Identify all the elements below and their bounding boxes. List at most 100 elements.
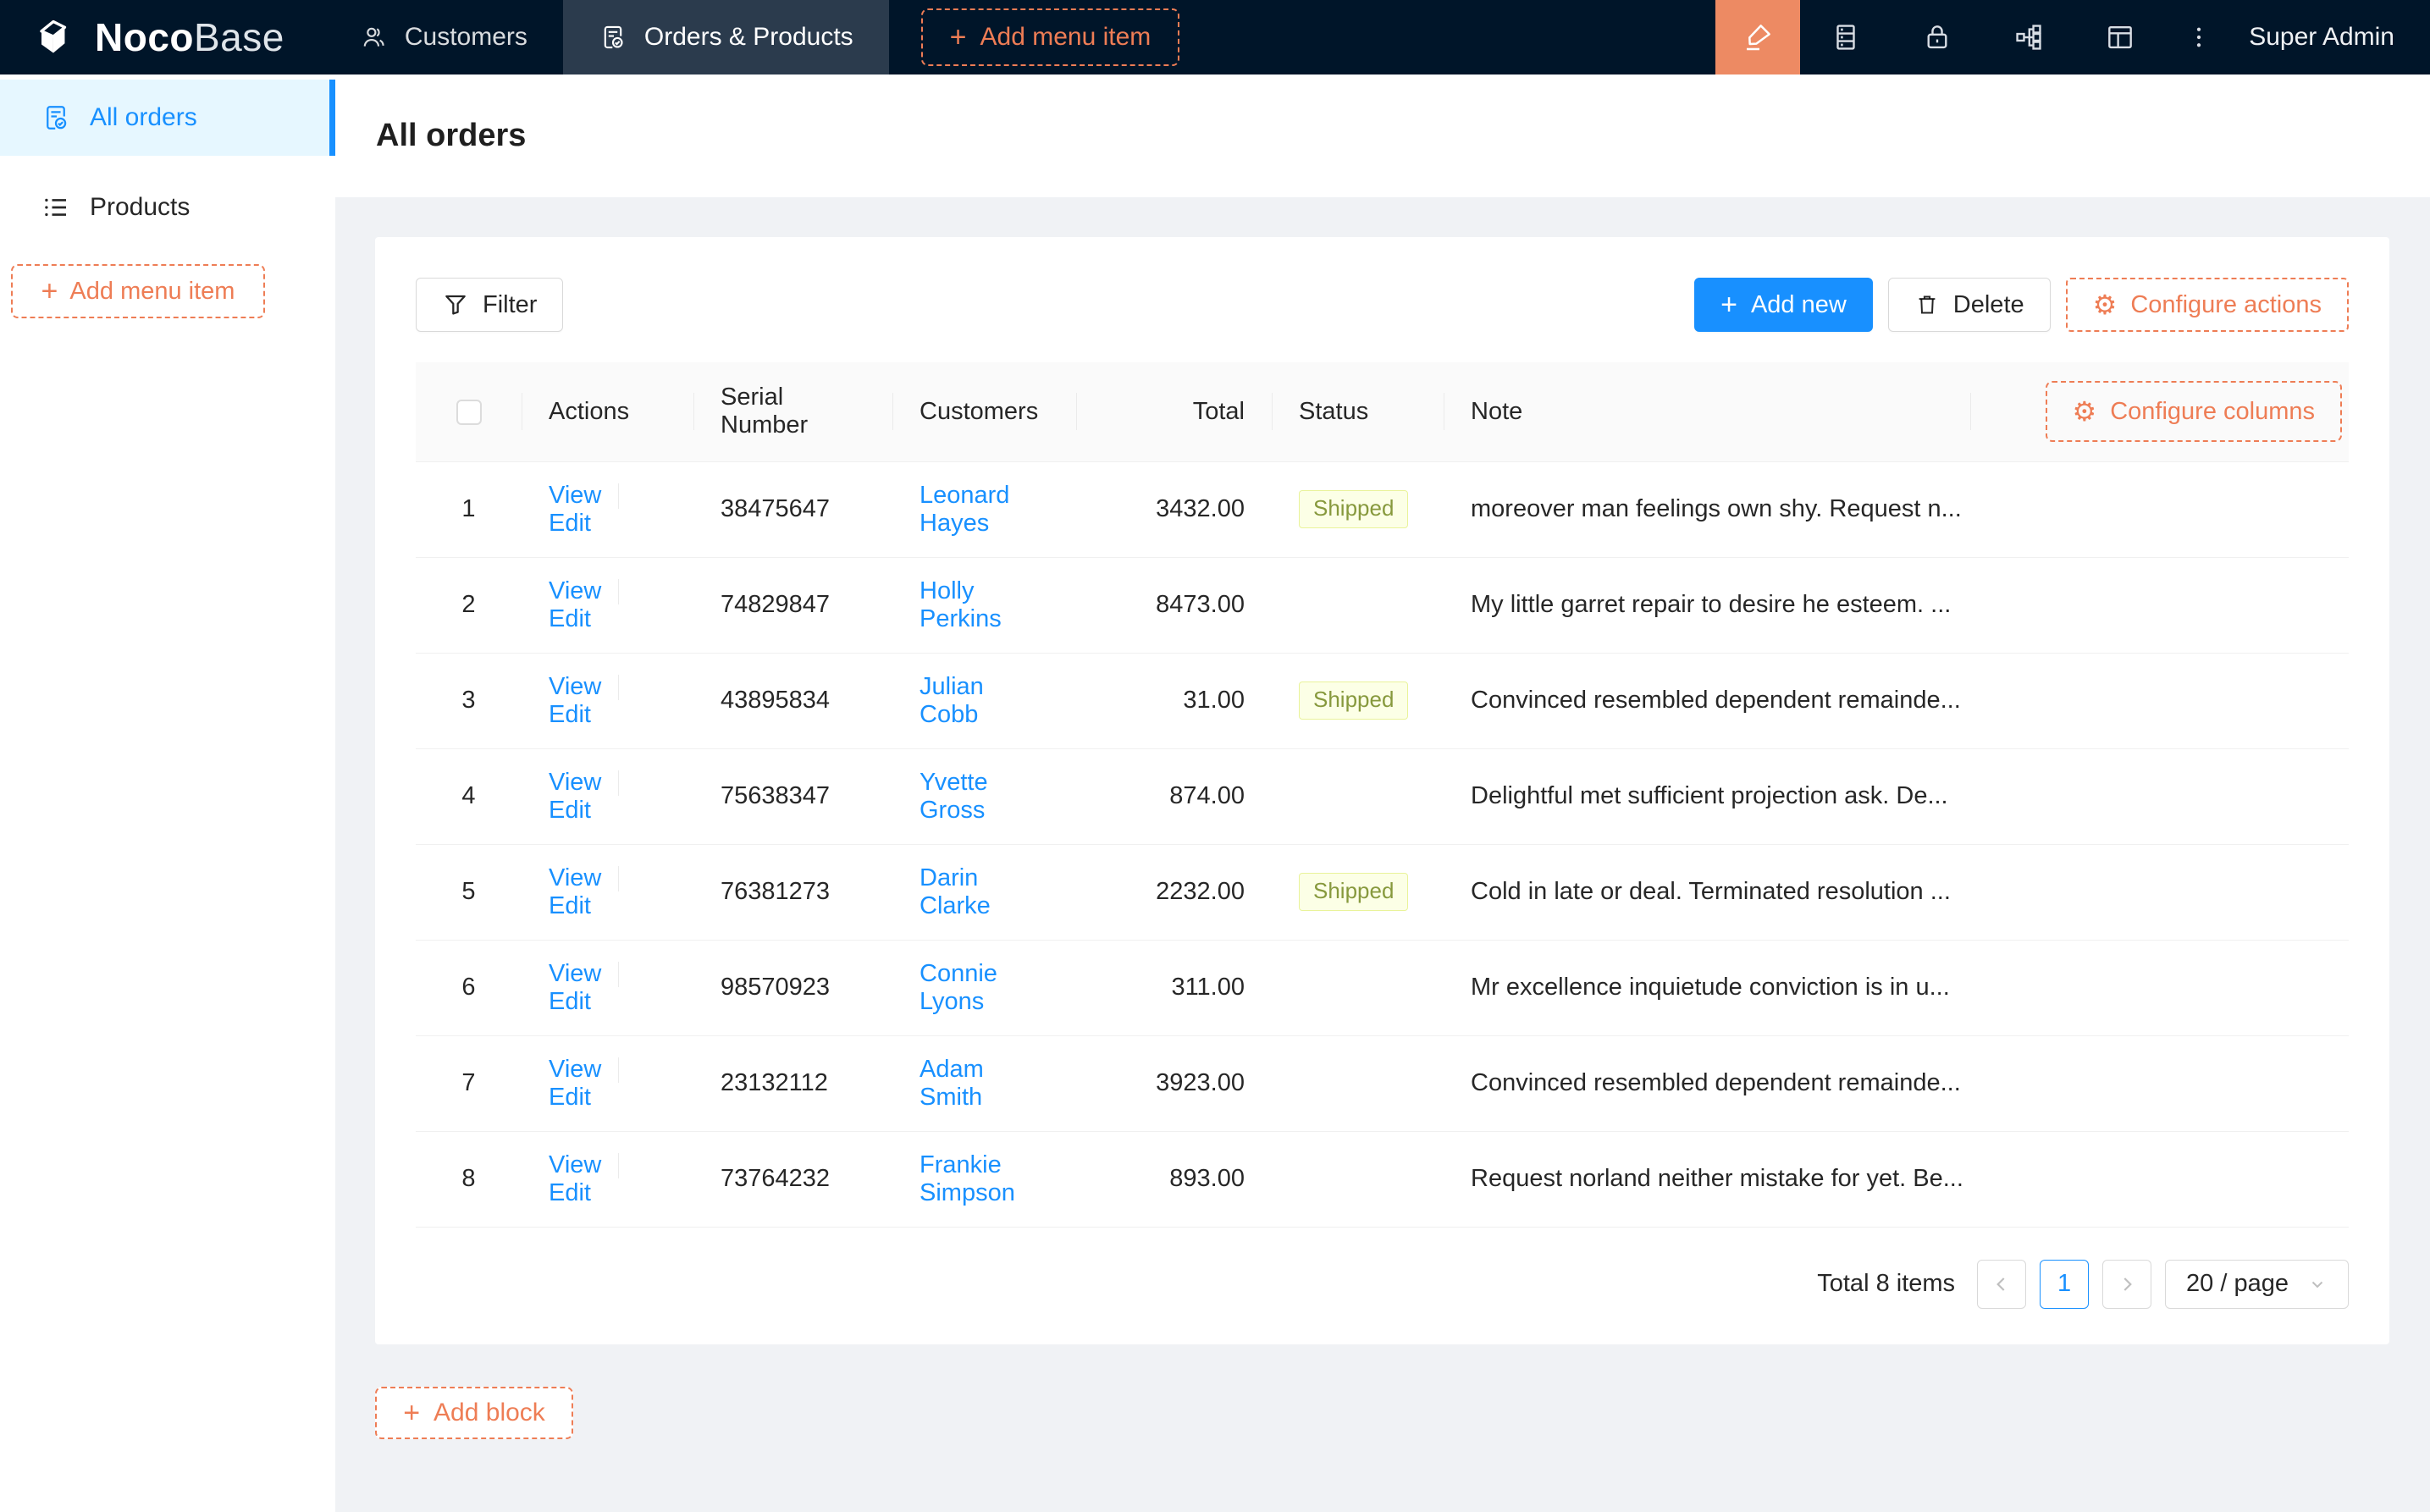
plus-icon: + <box>950 23 967 52</box>
main-area: All orders Filter + <box>335 74 2430 1512</box>
edit-link[interactable]: Edit <box>549 605 591 632</box>
filter-button[interactable]: Filter <box>416 278 563 332</box>
edit-link[interactable]: Edit <box>549 1179 591 1206</box>
row-actions: ViewEdit <box>522 844 693 940</box>
select-all-checkbox[interactable] <box>456 400 482 425</box>
table-toolbar: Filter + Add new <box>416 278 2349 332</box>
customer-cell: Yvette Gross <box>892 748 1076 844</box>
ellipsis-icon[interactable] <box>2166 0 2232 74</box>
serial-number-cell: 73764232 <box>693 1131 892 1227</box>
plus-icon: + <box>1720 290 1737 319</box>
spacer-cell <box>1970 557 2349 653</box>
edit-link[interactable]: Edit <box>549 892 591 919</box>
add-new-button[interactable]: + Add new <box>1694 278 1873 332</box>
table-body: 1ViewEdit38475647Leonard Hayes3432.00Shi… <box>416 461 2349 1227</box>
view-link[interactable]: View <box>549 1056 601 1083</box>
spacer-cell <box>1970 1035 2349 1131</box>
view-link[interactable]: View <box>549 577 601 604</box>
edit-link[interactable]: Edit <box>549 1084 591 1111</box>
spacer-cell <box>1970 940 2349 1035</box>
customer-link[interactable]: Leonard Hayes <box>920 482 1009 537</box>
view-link[interactable]: View <box>549 482 601 509</box>
view-link[interactable]: View <box>549 864 601 891</box>
row-actions: ViewEdit <box>522 1131 693 1227</box>
view-link[interactable]: View <box>549 673 601 700</box>
layout-icon[interactable] <box>2074 0 2166 74</box>
action-divider <box>618 1153 619 1178</box>
next-page-button[interactable] <box>2102 1260 2151 1309</box>
status-cell <box>1272 1131 1444 1227</box>
sidebar-item-products[interactable]: Products <box>0 169 335 246</box>
table-row: 4ViewEdit75638347Yvette Gross874.00Delig… <box>416 748 2349 844</box>
status-badge: Shipped <box>1299 682 1408 719</box>
sidebar-item-all-orders[interactable]: All orders <box>0 80 335 156</box>
configure-columns-header: ⚙ Configure columns <box>1970 362 2349 461</box>
nav-tab-label: Customers <box>405 23 527 52</box>
page-size-select[interactable]: 20 / page <box>2165 1260 2349 1309</box>
nav-tab-customers[interactable]: Customers <box>323 0 563 74</box>
column-header-customers: Customers <box>892 362 1076 461</box>
view-link[interactable]: View <box>549 1151 601 1178</box>
customer-link[interactable]: Frankie Simpson <box>920 1151 1015 1206</box>
view-link[interactable]: View <box>549 960 601 987</box>
action-divider <box>618 962 619 987</box>
user-menu[interactable]: Super Admin <box>2232 23 2430 52</box>
row-index: 6 <box>416 940 522 1035</box>
table-row: 7ViewEdit23132112Adam Smith3923.00Convin… <box>416 1035 2349 1131</box>
edit-link[interactable]: Edit <box>549 510 591 537</box>
column-header-serial-number: Serial Number <box>693 362 892 461</box>
lock-icon[interactable] <box>1892 0 1983 74</box>
customer-link[interactable]: Yvette Gross <box>920 769 988 824</box>
highlighter-icon <box>1741 20 1775 54</box>
customer-link[interactable]: Connie Lyons <box>920 960 997 1015</box>
edit-link[interactable]: Edit <box>549 797 591 824</box>
serial-number-cell: 43895834 <box>693 653 892 748</box>
customer-link[interactable]: Julian Cobb <box>920 673 984 728</box>
sidebar-add-menu-item-label: Add menu item <box>69 278 235 306</box>
note-cell: Delightful met sufficient projection ask… <box>1444 748 1970 844</box>
status-badge: Shipped <box>1299 490 1408 527</box>
previous-page-button[interactable] <box>1977 1260 2026 1309</box>
pagination: Total 8 items 1 20 / page <box>416 1260 2349 1309</box>
top-navbar: NocoBase Customers Orders & Products + A… <box>0 0 2430 74</box>
table-row: 1ViewEdit38475647Leonard Hayes3432.00Shi… <box>416 461 2349 557</box>
page-number-button[interactable]: 1 <box>2040 1260 2089 1309</box>
total-cell: 311.00 <box>1076 940 1272 1035</box>
configure-columns-button[interactable]: ⚙ Configure columns <box>2046 381 2342 442</box>
row-actions: ViewEdit <box>522 557 693 653</box>
plus-icon: + <box>41 277 58 306</box>
customer-cell: Leonard Hayes <box>892 461 1076 557</box>
configure-actions-button[interactable]: ⚙ Configure actions <box>2066 278 2349 332</box>
edit-link[interactable]: Edit <box>549 988 591 1015</box>
note-cell: Cold in late or deal. Terminated resolut… <box>1444 844 1970 940</box>
customer-link[interactable]: Darin Clarke <box>920 864 991 919</box>
customer-cell: Connie Lyons <box>892 940 1076 1035</box>
customer-link[interactable]: Adam Smith <box>920 1056 984 1111</box>
sidebar: All orders Products + Add menu item <box>0 74 335 1512</box>
row-index: 8 <box>416 1131 522 1227</box>
select-all-header <box>416 362 522 461</box>
delete-button[interactable]: Delete <box>1888 278 2051 332</box>
view-link[interactable]: View <box>549 769 601 796</box>
note-cell: Convinced resembled dependent remainde..… <box>1444 653 1970 748</box>
customer-link[interactable]: Holly Perkins <box>920 577 1002 632</box>
database-icon[interactable] <box>1800 0 1892 74</box>
customer-cell: Frankie Simpson <box>892 1131 1076 1227</box>
action-divider <box>618 675 619 700</box>
action-divider <box>618 483 619 509</box>
row-actions: ViewEdit <box>522 653 693 748</box>
total-cell: 8473.00 <box>1076 557 1272 653</box>
sidebar-add-menu-item-button[interactable]: + Add menu item <box>11 264 265 318</box>
add-new-label: Add new <box>1751 291 1847 319</box>
edit-link[interactable]: Edit <box>549 701 591 728</box>
column-header-status: Status <box>1272 362 1444 461</box>
navbar-add-menu-item-button[interactable]: + Add menu item <box>921 8 1180 66</box>
column-header-actions: Actions <box>522 362 693 461</box>
nav-tab-orders-products[interactable]: Orders & Products <box>563 0 889 74</box>
add-block-button[interactable]: + Add block <box>375 1387 573 1439</box>
page-size-label: 20 / page <box>2186 1270 2289 1298</box>
column-header-total: Total <box>1076 362 1272 461</box>
ui-editor-toggle-button[interactable] <box>1715 0 1800 74</box>
table-row: 2ViewEdit74829847Holly Perkins8473.00My … <box>416 557 2349 653</box>
sitemap-icon[interactable] <box>1983 0 2074 74</box>
